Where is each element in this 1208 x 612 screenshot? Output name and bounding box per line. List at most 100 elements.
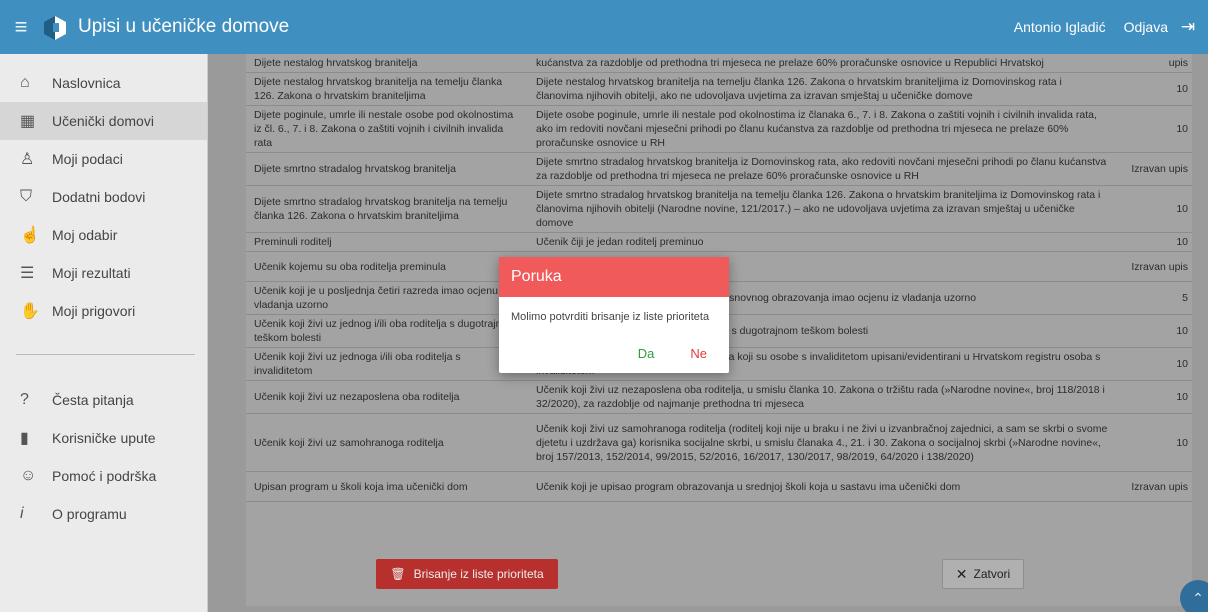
sidebar-item-moji-prigovori[interactable]: ✋ Moji prigovori bbox=[0, 292, 207, 330]
criterion-name-cell: Učenik koji je u posljednja četiri razre… bbox=[246, 281, 528, 315]
criterion-points-cell: 10 bbox=[1120, 185, 1192, 233]
criterion-description-cell: Učenik koji je upisao program obrazovanj… bbox=[528, 471, 1120, 502]
hamburger-icon[interactable]: ≡ bbox=[0, 14, 42, 40]
sidebar: ⌂ Naslovnica ▦ Učenički domovi ♙ Moji podaci ⛉… bbox=[0, 54, 208, 612]
criterion-description-cell: Dijete nestalog hrvatskog branitelja na … bbox=[528, 72, 1120, 106]
criterion-name-cell: Učenik kojemu su oba roditelja preminula bbox=[246, 251, 528, 282]
sidebar-item-icon: ✋ bbox=[20, 303, 40, 320]
logout-link[interactable]: Odjava bbox=[1124, 19, 1168, 35]
sidebar-item-icon: ⛉ bbox=[20, 188, 33, 205]
sidebar-item-icon: ⌂ bbox=[20, 74, 30, 91]
sidebar-item-label: O programu bbox=[52, 506, 127, 522]
sidebar-item-u-eni-ki-domovi[interactable]: ▦ Učenički domovi bbox=[0, 102, 207, 140]
criterion-description-cell: kućanstva za razdoblje od prethodna tri … bbox=[528, 54, 1120, 73]
criterion-name-cell: Dijete poginule, umrle ili nestale osobe… bbox=[246, 105, 528, 153]
dialog-message: Molimo potvrditi brisanje iz liste prior… bbox=[511, 311, 710, 323]
close-icon: ✕ bbox=[955, 565, 968, 582]
criterion-points-cell: Izravan upis bbox=[1120, 251, 1192, 282]
close-button[interactable]: ✕ Zatvori bbox=[942, 559, 1024, 589]
criterion-name-cell: Učenik koji živi uz nezaposlena oba rodi… bbox=[246, 380, 528, 414]
sidebar-item-icon: ▦ bbox=[20, 113, 36, 130]
table-row[interactable]: Učenik koji živi uz nezaposlena oba rodi… bbox=[246, 380, 1192, 414]
table-row[interactable]: Dijete poginule, umrle ili nestale osobe… bbox=[246, 105, 1192, 153]
criterion-description-cell: Dijete osobe poginule, umrle ili nestale… bbox=[528, 105, 1120, 153]
delete-from-priority-list-button[interactable]: 🗑 Brisanje iz liste prioriteta bbox=[376, 559, 558, 589]
sidebar-item-icon: ☰ bbox=[20, 265, 35, 282]
top-bar: ≡ Upisi u učeničke domove Antonio Igladi… bbox=[0, 0, 1208, 54]
sidebar-item-label: Moj odabir bbox=[52, 227, 118, 243]
sidebar-item-icon: ☝ bbox=[20, 227, 40, 244]
confirm-yes-button[interactable]: Da bbox=[638, 346, 655, 361]
confirm-dialog: Poruka Molimo potvrditi brisanje iz list… bbox=[499, 257, 729, 373]
criterion-description-cell: Učenik koji živi uz samohranoga roditelj… bbox=[528, 413, 1120, 472]
criterion-points-cell: 10 bbox=[1120, 380, 1192, 414]
criterion-name-cell: Dijete smrtno stradalog hrvatskog branit… bbox=[246, 185, 528, 233]
criterion-points-cell: 10 bbox=[1120, 314, 1192, 348]
close-button-label: Zatvori bbox=[973, 567, 1011, 581]
criterion-name-cell: Dijete nestalog hrvatskog branitelja na … bbox=[246, 72, 528, 106]
criterion-description-cell: Učenik koji živi uz nezaposlena oba rodi… bbox=[528, 380, 1120, 414]
sidebar-item-icon: ? bbox=[20, 391, 29, 408]
table-row[interactable]: Dijete nestalog hrvatskog branitelja na … bbox=[246, 72, 1192, 106]
criterion-name-cell: Dijete nestalog hrvatskog branitelja bbox=[246, 54, 528, 73]
table-row[interactable]: Učenik koji živi uz samohranoga roditelj… bbox=[246, 413, 1192, 472]
criterion-description-cell: Dijete smrtno stradalog hrvatskog branit… bbox=[528, 152, 1120, 186]
sidebar-item-korisni-ke-upute[interactable]: ▮ Korisničke upute bbox=[0, 419, 207, 457]
action-bar: 🗑 Brisanje iz liste prioriteta ✕ Zatvori bbox=[246, 559, 1192, 599]
dialog-actions: Da Ne bbox=[638, 346, 707, 361]
sidebar-item--esta-pitanja[interactable]: ? Česta pitanja bbox=[0, 381, 207, 419]
sidebar-item-moj-odabir[interactable]: ☝ Moj odabir bbox=[0, 216, 207, 254]
sidebar-item-icon: i bbox=[20, 505, 24, 522]
criterion-points-cell: 10 bbox=[1120, 413, 1192, 472]
criterion-points-cell: 10 bbox=[1120, 72, 1192, 106]
logout-icon[interactable]: ⇥ bbox=[1174, 17, 1202, 37]
app-title: Upisi u učeničke domove bbox=[78, 16, 290, 37]
table-row[interactable]: Dijete smrtno stradalog hrvatskog branit… bbox=[246, 185, 1192, 233]
app-logo bbox=[42, 14, 68, 40]
criterion-name-cell: Preminuli roditelj bbox=[246, 232, 528, 252]
sidebar-item-label: Česta pitanja bbox=[52, 392, 134, 408]
table-row[interactable]: Preminuli roditelj Učenik čiji je jedan r… bbox=[246, 232, 1192, 252]
sidebar-item-label: Korisničke upute bbox=[52, 430, 156, 446]
criterion-description-cell: Učenik čiji je jedan roditelj preminuo bbox=[528, 232, 1120, 252]
criterion-name-cell: Učenik koji živi uz samohranoga roditelj… bbox=[246, 413, 528, 472]
sidebar-item-icon: ▮ bbox=[20, 430, 29, 447]
trash-icon: 🗑 bbox=[390, 567, 406, 581]
criterion-points-cell: Izravan upis bbox=[1120, 152, 1192, 186]
scroll-to-top-button[interactable]: ⌃ bbox=[1180, 580, 1208, 612]
criterion-name-cell: Učenik koji živi uz jednoga i/ili oba ro… bbox=[246, 347, 528, 381]
sidebar-item-moji-podaci[interactable]: ♙ Moji podaci bbox=[0, 140, 207, 178]
table-row[interactable]: Dijete smrtno stradalog hrvatskog branit… bbox=[246, 152, 1192, 186]
criterion-points-cell: 10 bbox=[1120, 347, 1192, 381]
criterion-name-cell: Učenik koji živi uz jednog i/ili oba rod… bbox=[246, 314, 528, 348]
table-row[interactable]: Dijete nestalog hrvatskog branitelja kuća… bbox=[246, 54, 1192, 73]
sidebar-item-label: Dodatni bodovi bbox=[52, 189, 146, 205]
criterion-points-cell: upis bbox=[1120, 54, 1192, 73]
sidebar-item-label: Pomoć i podrška bbox=[52, 468, 157, 484]
sidebar-item-naslovnica[interactable]: ⌂ Naslovnica bbox=[0, 64, 207, 102]
sidebar-item-label: Moji podaci bbox=[52, 151, 123, 167]
criterion-points-cell: 10 bbox=[1120, 105, 1192, 153]
criterion-description-cell: Dijete smrtno stradalog hrvatskog branit… bbox=[528, 185, 1120, 233]
criterion-points-cell: 10 bbox=[1120, 232, 1192, 252]
dialog-title: Poruka bbox=[499, 257, 729, 297]
sidebar-item-moji-rezultati[interactable]: ☰ Moji rezultati bbox=[0, 254, 207, 292]
confirm-no-button[interactable]: Ne bbox=[690, 346, 707, 361]
chevron-up-icon: ⌃ bbox=[1192, 590, 1204, 606]
criterion-points-cell: Izravan upis bbox=[1120, 471, 1192, 502]
sidebar-divider bbox=[16, 354, 195, 355]
sidebar-item-pomo-i-podr-ka[interactable]: ☺ Pomoć i podrška bbox=[0, 457, 207, 495]
delete-button-label: Brisanje iz liste prioriteta bbox=[413, 567, 544, 581]
user-name[interactable]: Antonio Igladić bbox=[1014, 19, 1106, 35]
sidebar-item-label: Naslovnica bbox=[52, 75, 121, 91]
sidebar-item-label: Moji rezultati bbox=[52, 265, 131, 281]
table-row[interactable]: Upisan program u školi koja ima učenički… bbox=[246, 471, 1192, 502]
criterion-name-cell: Dijete smrtno stradalog hrvatskog branit… bbox=[246, 152, 528, 186]
criterion-points-cell: 5 bbox=[1120, 281, 1192, 315]
sidebar-item-label: Moji prigovori bbox=[52, 303, 136, 319]
sidebar-item-label: Učenički domovi bbox=[52, 113, 154, 129]
sidebar-item-icon: ♙ bbox=[20, 151, 35, 168]
criterion-name-cell: Upisan program u školi koja ima učenički… bbox=[246, 471, 528, 502]
sidebar-item-dodatni-bodovi[interactable]: ⛉ Dodatni bodovi bbox=[0, 178, 207, 216]
sidebar-item-o-programu[interactable]: i O programu bbox=[0, 495, 207, 533]
